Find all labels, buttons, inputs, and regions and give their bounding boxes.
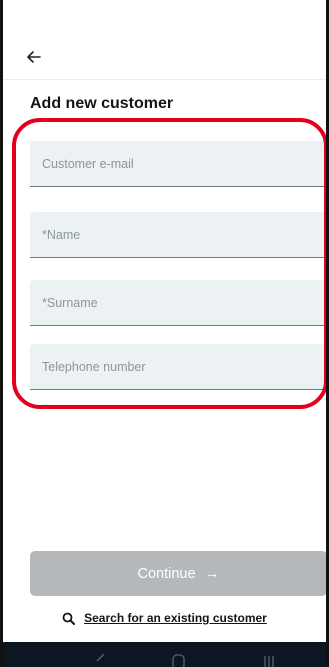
nav-back-icon[interactable] bbox=[91, 642, 111, 667]
arrow-right-icon: → bbox=[204, 565, 220, 582]
search-icon bbox=[62, 612, 76, 625]
nav-recents-icon[interactable] bbox=[259, 642, 279, 667]
system-nav-bar bbox=[3, 642, 326, 667]
continue-label: Continue bbox=[137, 565, 196, 582]
nav-home-icon[interactable] bbox=[169, 642, 189, 667]
highlight-annotation bbox=[12, 118, 326, 409]
screen: Add new customer Continue → Search for a… bbox=[0, 0, 329, 667]
page-title: Add new customer bbox=[30, 95, 174, 112]
search-existing-customer-link[interactable]: Search for an existing customer bbox=[3, 611, 326, 625]
back-button[interactable] bbox=[22, 45, 46, 69]
app-header bbox=[3, 0, 326, 80]
search-existing-customer-label: Search for an existing customer bbox=[84, 611, 267, 625]
arrow-left-icon bbox=[27, 51, 41, 63]
continue-button[interactable]: Continue → bbox=[30, 551, 326, 596]
